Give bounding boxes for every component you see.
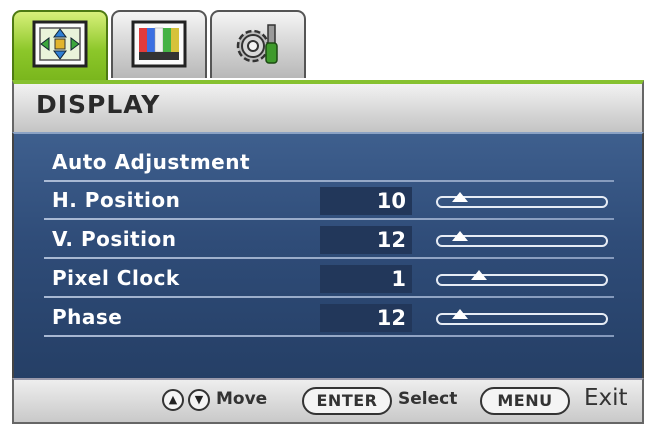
slider-thumb[interactable]	[452, 231, 469, 241]
menu-button[interactable]: MENU	[480, 387, 570, 415]
menu-item-label: Pixel Clock	[52, 266, 180, 290]
row-divider	[44, 257, 614, 259]
menu-item-label: Phase	[52, 305, 123, 329]
tab-display[interactable]	[12, 10, 108, 82]
value-text: 10	[376, 189, 406, 213]
tab-system[interactable]	[210, 10, 306, 78]
menu-item-h-position[interactable]: H. Position 10	[44, 182, 614, 220]
slider-thumb[interactable]	[452, 192, 469, 202]
menu-item-label: H. Position	[52, 188, 181, 212]
arrows-move-icon	[32, 20, 88, 68]
exit-hint: Exit	[584, 385, 628, 411]
menu-item-auto-adjustment[interactable]: Auto Adjustment	[44, 144, 614, 182]
value-text: 12	[376, 306, 406, 330]
value-box: 10	[320, 187, 412, 215]
pixel-clock-slider[interactable]	[436, 274, 608, 286]
value-box: 12	[320, 226, 412, 254]
menu-item-label: Auto Adjustment	[52, 150, 251, 174]
page-title: DISPLAY	[36, 90, 161, 119]
gear-screwdriver-icon	[236, 24, 278, 64]
menu-item-v-position[interactable]: V. Position 12	[44, 221, 614, 259]
move-hint: Move	[216, 389, 268, 409]
row-divider	[44, 218, 614, 220]
row-divider	[44, 335, 614, 337]
row-divider	[44, 296, 614, 298]
tab-picture[interactable]	[111, 10, 207, 78]
slider-thumb[interactable]	[471, 270, 487, 280]
menu-header: DISPLAY	[12, 80, 644, 132]
menu-item-pixel-clock[interactable]: Pixel Clock 1	[44, 260, 614, 298]
value-box: 12	[320, 304, 412, 332]
settings-panel: Auto Adjustment H. Position 10 V. Positi…	[12, 132, 644, 378]
up-arrow-icon[interactable]: ▲	[162, 389, 184, 411]
color-bars-icon	[131, 20, 187, 68]
enter-button[interactable]: ENTER	[302, 387, 392, 415]
down-arrow-icon[interactable]: ▼	[188, 389, 210, 411]
value-text: 12	[376, 228, 406, 252]
value-text: 1	[391, 267, 406, 291]
menu-item-label: V. Position	[52, 227, 177, 251]
menu-item-phase[interactable]: Phase 12	[44, 299, 614, 337]
key-hint-bar: ▲ ▼ Move ENTER Select MENU Exit	[12, 378, 644, 424]
osd-menu: DISPLAY Auto Adjustment H. Position 10 V…	[0, 0, 656, 429]
select-hint: Select	[398, 389, 458, 409]
value-box: 1	[320, 265, 412, 293]
slider-thumb[interactable]	[452, 309, 469, 319]
